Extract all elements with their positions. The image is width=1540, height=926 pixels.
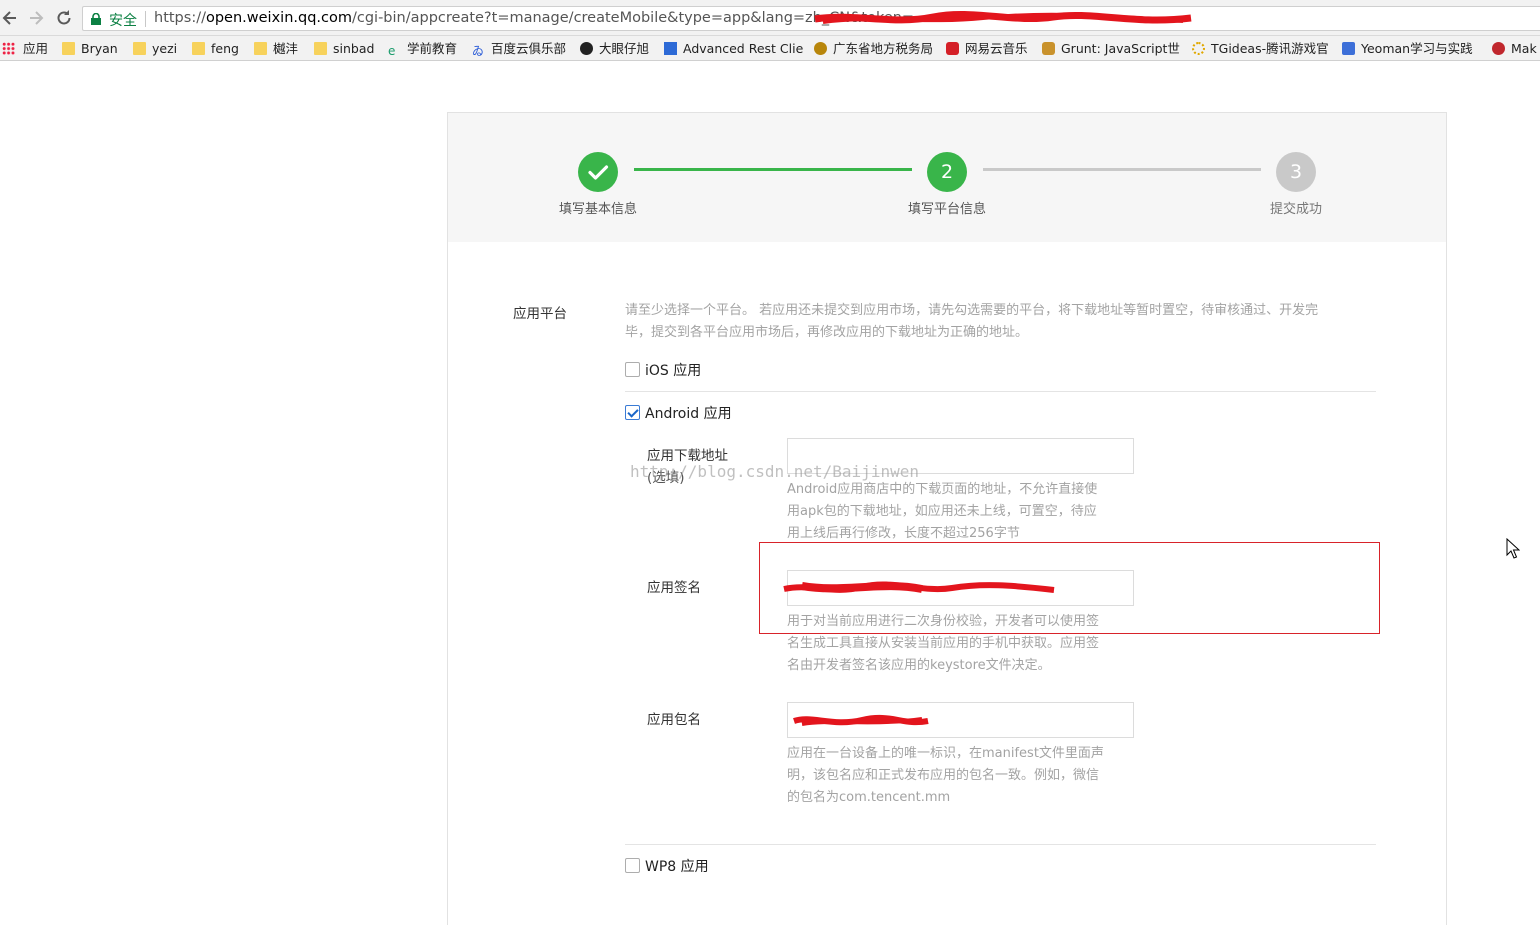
platform-hint-line: 请至少选择一个平台。 若应用还未提交到应用市场，请先勾选需要的平台，将下载地址等… xyxy=(625,303,1319,318)
bookmark-label: Advanced Rest Clie xyxy=(683,41,804,56)
bookmarks-bar: 应用 Bryan yezi feng 樾沣 sinbad e 学前教育 ゐ百度云俱… xyxy=(0,36,1540,61)
wp8-label[interactable]: WP8 应用 xyxy=(645,856,709,876)
arc-icon xyxy=(664,42,677,55)
url-host: open.weixin.qq.com xyxy=(205,10,352,26)
tax-emblem-icon xyxy=(814,42,827,55)
address-bar[interactable]: 安全 https://open.weixin.qq.com/cgi-bin/ap… xyxy=(82,6,1540,31)
url-prefix: https:// xyxy=(154,10,206,26)
bookmark-label: Mak xyxy=(1511,41,1537,56)
android-label[interactable]: Android 应用 xyxy=(645,403,732,423)
redaction-scribble xyxy=(814,10,1192,24)
url-text[interactable]: https://open.weixin.qq.com/cgi-bin/appcr… xyxy=(154,10,914,26)
folder-icon xyxy=(192,42,205,55)
site-e-icon: e xyxy=(388,44,396,58)
platform-label: 应用平台 xyxy=(513,306,567,322)
bookmark-netease-music[interactable]: 网易云音乐 xyxy=(946,39,1028,59)
download-hint-line: 用apk包的下载地址，如应用还未上线，可置空，待应 xyxy=(787,504,1097,519)
package-hint-line: 应用在一台设备上的唯一标识，在manifest文件里面声 xyxy=(787,746,1104,761)
folder-icon xyxy=(62,42,75,55)
step-connector-done xyxy=(634,168,912,171)
bookmark-tgideas[interactable]: TGideas-腾讯游戏官 xyxy=(1192,39,1329,59)
netease-music-icon xyxy=(946,42,959,55)
mak-icon xyxy=(1492,42,1505,55)
bookmark-label: 应用 xyxy=(23,41,49,56)
bookmark-advanced-rest[interactable]: Advanced Rest Clie xyxy=(664,39,803,59)
forward-arrow-icon[interactable] xyxy=(26,8,46,28)
bookmark-yezi[interactable]: yezi xyxy=(133,39,177,59)
step-2-circle: 2 xyxy=(927,152,967,192)
step-1-label: 填写基本信息 xyxy=(558,202,637,217)
divider xyxy=(625,391,1376,392)
package-hint-line: 明，该包名应和正式发布应用的包名一致。例如，微信 xyxy=(787,768,1100,783)
platform-hint: 请至少选择一个平台。 若应用还未提交到应用市场，请先勾选需要的平台，将下载地址等… xyxy=(625,300,1385,344)
bookmark-label: Bryan xyxy=(81,41,118,56)
bookmark-bryan[interactable]: Bryan xyxy=(62,39,118,59)
annotation-highlight-box xyxy=(759,542,1380,634)
step-3-circle: 3 xyxy=(1276,152,1316,192)
lock-icon xyxy=(91,13,101,25)
scrolled-breadcrumb-remnant: ​ xyxy=(447,53,607,61)
bookmark-label: 樾沣 xyxy=(273,41,299,56)
signature-hint-line: 名生成工具直接从安装当前应用的手机中获取。应用签 xyxy=(787,636,1100,651)
reload-icon[interactable] xyxy=(54,8,74,28)
redaction-scribble xyxy=(793,714,929,726)
ios-label[interactable]: iOS 应用 xyxy=(645,360,701,380)
bookmark-label: feng xyxy=(211,41,239,56)
bookmark-yeoman[interactable]: Yeoman学习与实践 xyxy=(1342,39,1473,59)
bookmark-apps[interactable]: 应用 xyxy=(2,39,48,59)
bookmark-label: 网易云音乐 xyxy=(965,41,1028,56)
bookmark-yuefeng[interactable]: 樾沣 xyxy=(254,39,298,59)
package-input[interactable] xyxy=(787,702,1134,738)
bookmark-label: yezi xyxy=(152,41,178,56)
package-hint: 应用在一台设备上的唯一标识，在manifest文件里面声 明，该包名应和正式发布… xyxy=(787,743,1137,809)
download-hint-line: Android应用商店中的下载页面的地址，不允许直接使 xyxy=(787,482,1098,497)
grunt-icon xyxy=(1042,42,1055,55)
back-arrow-icon[interactable] xyxy=(0,8,20,28)
divider xyxy=(145,11,146,27)
bookmark-label: Yeoman学习与实践 xyxy=(1361,41,1473,56)
step-2-label: 填写平台信息 xyxy=(907,202,986,217)
step-connector-pending xyxy=(983,168,1261,171)
browser-toolbar: 安全 https://open.weixin.qq.com/cgi-bin/ap… xyxy=(0,0,1540,36)
divider xyxy=(625,844,1376,845)
package-hint-line: 的包名为com.tencent.mm xyxy=(787,790,951,805)
apps-grid-icon xyxy=(2,42,15,55)
tgideas-icon xyxy=(1192,42,1205,55)
bookmark-label: sinbad xyxy=(333,41,375,56)
yeoman-icon xyxy=(1342,42,1355,55)
mouse-cursor-icon xyxy=(1506,538,1520,559)
folder-icon xyxy=(254,42,267,55)
signature-hint-line: 名由开发者签名该应用的keystore文件决定。 xyxy=(787,658,1051,673)
step-3-label: 提交成功 xyxy=(1269,202,1322,217)
signature-label: 应用签名 xyxy=(647,580,701,596)
bookmark-label: Grunt: JavaScript世 xyxy=(1061,41,1180,56)
android-checkbox[interactable] xyxy=(625,405,640,420)
download-url-hint: Android应用商店中的下载页面的地址，不允许直接使 用apk包的下载地址，如… xyxy=(787,479,1137,545)
step-1-check-icon xyxy=(578,152,618,192)
progress-steps: 2 3 填写基本信息 填写平台信息 提交成功 xyxy=(448,113,1446,242)
bookmark-grunt[interactable]: Grunt: JavaScript世 xyxy=(1042,39,1180,59)
wp8-checkbox[interactable] xyxy=(625,858,640,873)
bookmark-gd-tax[interactable]: 广东省地方税务局 xyxy=(814,39,933,59)
bookmark-mak[interactable]: Mak xyxy=(1492,39,1537,59)
create-app-panel: 2 3 填写基本信息 填写平台信息 提交成功 应用平台 请至少选择一个平台。 若… xyxy=(447,112,1447,925)
platform-hint-line: 毕，提交到各平台应用市场后，再修改应用的下载地址为正确的地址。 xyxy=(625,325,1029,340)
bookmark-label: 广东省地方税务局 xyxy=(833,41,934,56)
package-label: 应用包名 xyxy=(647,712,701,728)
secure-label: 安全 xyxy=(109,13,137,29)
bookmark-feng[interactable]: feng xyxy=(192,39,239,59)
ios-checkbox[interactable] xyxy=(625,362,640,377)
folder-icon xyxy=(133,42,146,55)
folder-icon xyxy=(314,42,327,55)
bookmark-label: TGideas-腾讯游戏官 xyxy=(1211,41,1329,56)
watermark-text: http://blog.csdn.net/Baijinwen xyxy=(630,462,919,481)
bookmark-sinbad[interactable]: sinbad xyxy=(314,39,374,59)
